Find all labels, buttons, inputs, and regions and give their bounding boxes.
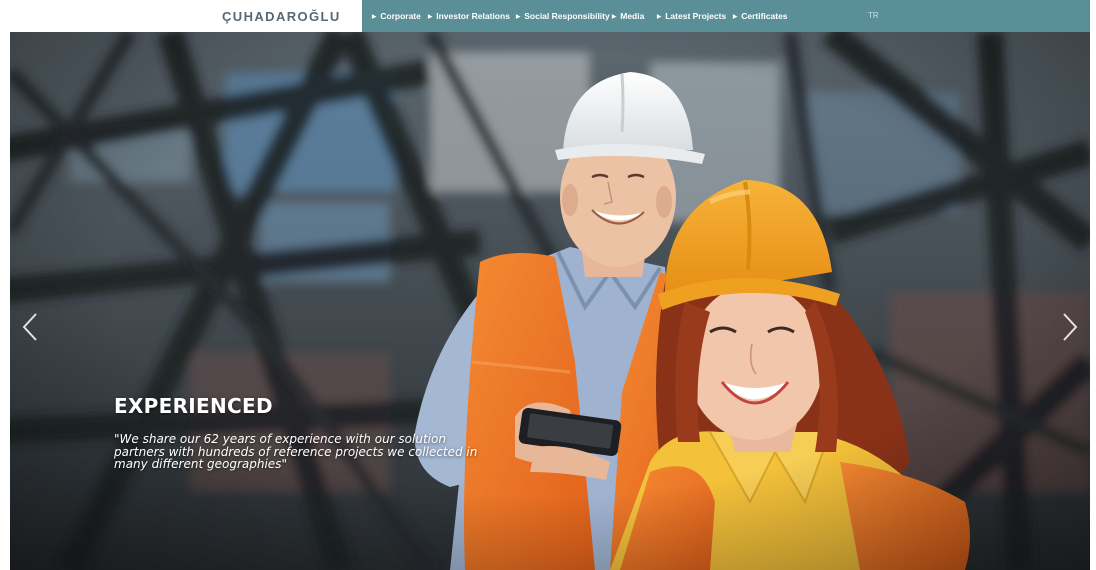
caret-right-icon: ▶ <box>657 14 662 20</box>
nav-item-label: Corporate <box>380 11 421 21</box>
nav-item-label: Investor Relations <box>436 11 510 21</box>
main-nav: ▶ Corporate ▶ Investor Relations ▶ Social R… <box>362 0 1090 32</box>
nav-item-label: Media <box>620 11 645 21</box>
nav-item-social-responsibility[interactable]: ▶ Social Responsibility <box>516 11 610 21</box>
nav-item-label: Social Responsibility <box>524 11 610 21</box>
nav-item-corporate[interactable]: ▶ Corporate <box>372 11 421 21</box>
caret-right-icon: ▶ <box>612 14 617 20</box>
hero-photo <box>10 32 1090 570</box>
slide-quote: "We share our 62 years of experience wit… <box>114 432 478 471</box>
caret-right-icon: ▶ <box>428 14 433 20</box>
nav-item-investor-relations[interactable]: ▶ Investor Relations <box>428 11 510 21</box>
page: ÇUHADAROĞLU ▶ Corporate ▶ Investor Relatio… <box>0 0 1096 570</box>
caret-right-icon: ▶ <box>372 14 377 20</box>
nav-item-label: Certificates <box>741 11 788 21</box>
language-switch[interactable]: TR <box>868 11 879 20</box>
nav-item-media[interactable]: ▶ Media <box>612 11 644 21</box>
caret-right-icon: ▶ <box>733 14 738 20</box>
caret-right-icon: ▶ <box>516 14 521 20</box>
top-bar: ÇUHADAROĞLU ▶ Corporate ▶ Investor Relatio… <box>10 0 1090 32</box>
nav-item-certificates[interactable]: ▶ Certificates <box>733 11 788 21</box>
chevron-left-icon[interactable] <box>18 310 42 344</box>
chevron-right-icon[interactable] <box>1058 310 1082 344</box>
nav-item-latest-projects[interactable]: ▶ Latest Projects <box>657 11 726 21</box>
logo-area: ÇUHADAROĞLU <box>10 0 362 32</box>
slide-title: EXPERIENCED <box>114 394 273 418</box>
company-logo[interactable]: ÇUHADAROĞLU <box>222 9 341 24</box>
nav-item-label: Latest Projects <box>665 11 727 21</box>
hero-slider: EXPERIENCED "We share our 62 years of ex… <box>10 32 1090 570</box>
